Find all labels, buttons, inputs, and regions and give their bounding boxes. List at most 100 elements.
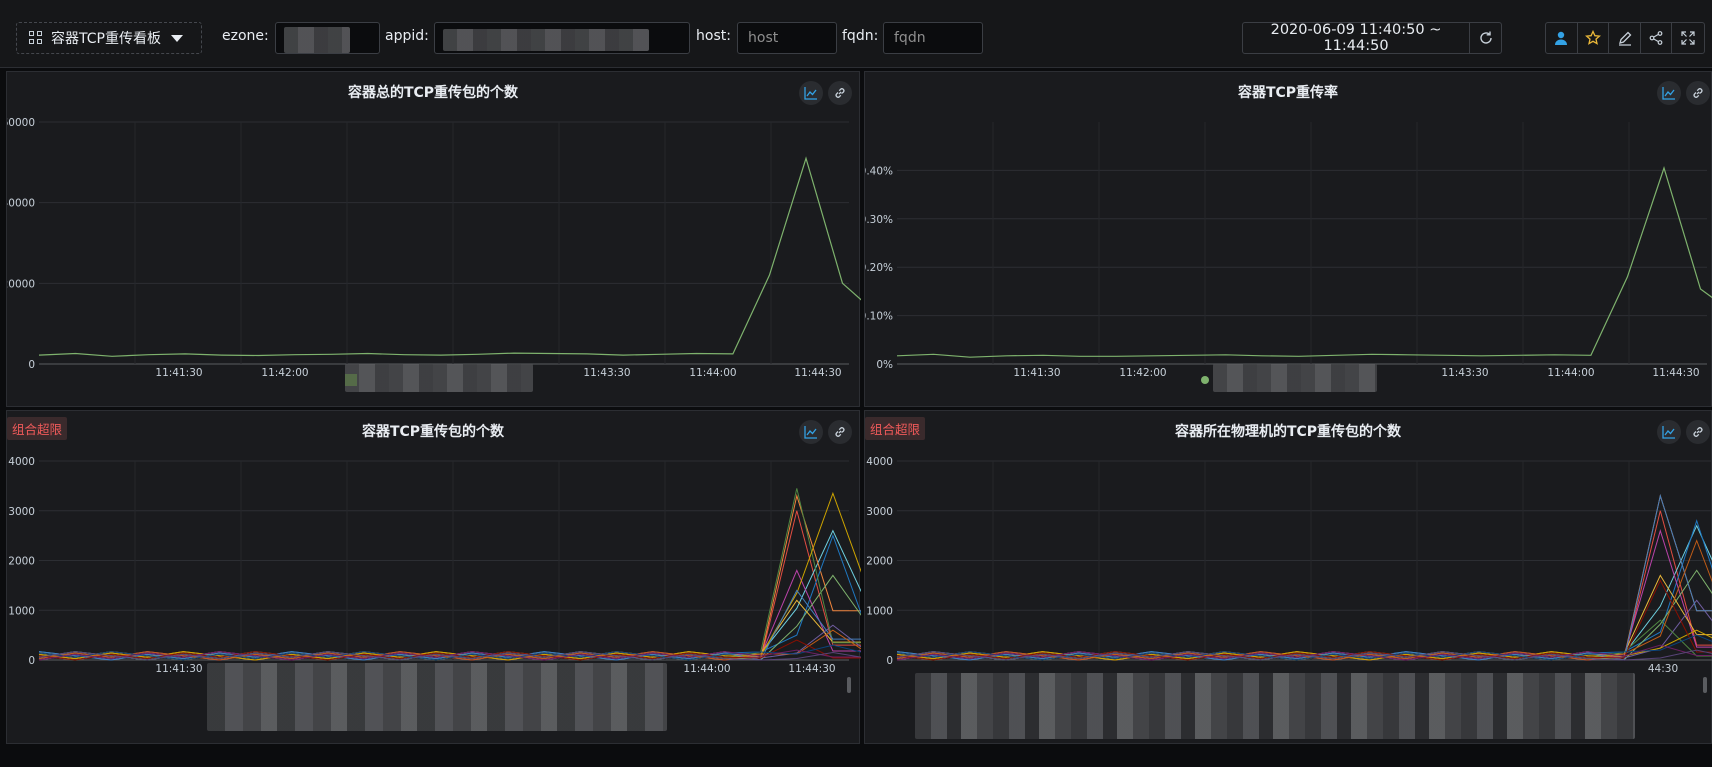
series-line bbox=[38, 569, 861, 661]
x-tick-label: 11:44:30 bbox=[794, 367, 841, 379]
host-placeholder: host bbox=[748, 30, 779, 46]
series-line bbox=[896, 574, 1712, 661]
dashboard-grid-icon bbox=[29, 31, 43, 45]
series-line bbox=[896, 166, 1712, 358]
link-icon[interactable] bbox=[1686, 420, 1710, 444]
series-line bbox=[896, 528, 1712, 661]
link-icon[interactable] bbox=[828, 81, 852, 105]
dashboard-picker[interactable]: 容器TCP重传看板 bbox=[16, 22, 202, 54]
y-tick-label: 0.30% bbox=[865, 214, 893, 226]
series-line bbox=[896, 539, 1712, 661]
series-line bbox=[896, 579, 1712, 661]
redacted-value bbox=[284, 27, 350, 53]
y-tick-label: 40000 bbox=[7, 198, 35, 210]
x-tick-label: 11:41:30 bbox=[155, 663, 202, 675]
x-tick-label: 44:30 bbox=[1648, 663, 1678, 675]
host-input[interactable]: host bbox=[737, 22, 837, 54]
y-tick-label: 0.40% bbox=[865, 165, 893, 177]
fullscreen-icon[interactable] bbox=[1672, 23, 1704, 53]
series-line bbox=[38, 493, 861, 661]
time-range-text: 2020-06-09 11:40:50 ~ 11:44:50 bbox=[1270, 22, 1442, 54]
legend-redacted bbox=[197, 663, 677, 743]
time-range-picker[interactable]: 2020-06-09 11:40:50 ~ 11:44:50 bbox=[1242, 22, 1502, 54]
series-line bbox=[896, 524, 1712, 661]
series-line bbox=[896, 599, 1712, 661]
series-line bbox=[38, 589, 861, 661]
fqdn-input[interactable]: fqdn bbox=[883, 22, 983, 54]
chart-icon[interactable] bbox=[799, 81, 823, 105]
y-tick-label: 2000 bbox=[8, 556, 35, 568]
y-tick-label: 3000 bbox=[866, 506, 893, 518]
link-icon[interactable] bbox=[1686, 81, 1710, 105]
appid-select[interactable] bbox=[434, 22, 690, 54]
x-tick-label: 11:44:30 bbox=[1652, 367, 1699, 379]
series-line bbox=[38, 574, 861, 661]
star-icon[interactable] bbox=[1578, 23, 1610, 53]
ezone-label: ezone: bbox=[222, 28, 269, 44]
dashboard-title: 容器TCP重传看板 bbox=[51, 31, 161, 47]
series-line bbox=[896, 493, 1712, 661]
panel-retrans-rate: 0% 0.10% 0.20% 0.30% 0.40% 11:41:30 11:42:00 11… bbox=[864, 71, 1712, 407]
dashboard-toolbar bbox=[1545, 22, 1705, 54]
series-line bbox=[896, 519, 1712, 661]
user-icon[interactable] bbox=[1546, 23, 1578, 53]
series-line bbox=[38, 529, 861, 661]
x-tick-label: 11:42:00 bbox=[261, 367, 308, 379]
series-line bbox=[896, 569, 1712, 661]
x-tick-label: 11:44:00 bbox=[1547, 367, 1594, 379]
y-tick-label: 1000 bbox=[866, 605, 893, 617]
appid-label: appid: bbox=[385, 28, 429, 44]
chart-icon[interactable] bbox=[799, 420, 823, 444]
chart-retrans-rate: 0% 0.10% 0.20% 0.30% 0.40% 11:41:30 11:42:00 11… bbox=[865, 122, 1712, 379]
refresh-icon[interactable] bbox=[1469, 23, 1501, 53]
panel-title: 容器TCP重传率 bbox=[1237, 85, 1339, 101]
y-tick-label: 60000 bbox=[7, 117, 35, 129]
series-line bbox=[38, 510, 861, 661]
series-line bbox=[896, 493, 1712, 661]
edit-icon[interactable] bbox=[1609, 23, 1641, 53]
x-tick-label: 11:42:00 bbox=[1119, 367, 1166, 379]
y-tick-label: 0 bbox=[886, 655, 893, 667]
chart-icon[interactable] bbox=[1657, 420, 1681, 444]
series-line bbox=[896, 510, 1712, 661]
chart-total-retrans-count: 0 20000 40000 60000 11:41:30 11:42:00 11:43:30… bbox=[7, 117, 861, 379]
legend-scrollbar[interactable] bbox=[847, 677, 851, 693]
legend-redacted bbox=[915, 673, 1635, 743]
link-icon[interactable] bbox=[828, 420, 852, 444]
panel-total-retrans-count: 0 20000 40000 60000 11:41:30 11:42:00 11:43:30… bbox=[6, 71, 861, 407]
caret-down-icon bbox=[170, 34, 183, 42]
panel-title: 容器TCP重传包的个数 bbox=[361, 424, 505, 440]
series-line bbox=[38, 488, 861, 661]
panel-title: 容器所在物理机的TCP重传包的个数 bbox=[1174, 424, 1402, 440]
legend-redacted bbox=[1201, 364, 1377, 392]
redacted-value bbox=[443, 29, 649, 51]
legend-redacted bbox=[345, 364, 533, 392]
series-line bbox=[38, 599, 861, 661]
ezone-select[interactable] bbox=[275, 22, 380, 54]
legend-scrollbar[interactable] bbox=[1703, 677, 1707, 693]
x-tick-label: 11:44:00 bbox=[683, 663, 730, 675]
fqdn-placeholder: fqdn bbox=[894, 30, 926, 46]
x-tick-label: 11:43:30 bbox=[1441, 367, 1488, 379]
y-tick-label: 20000 bbox=[7, 278, 35, 290]
series-line bbox=[38, 534, 861, 661]
y-tick-label: 0 bbox=[28, 359, 35, 371]
y-tick-label: 1000 bbox=[8, 605, 35, 617]
panel-container-retrans-count: 0 1000 2000 3000 4000 11:41:30 11:44:00 11:44:3… bbox=[6, 410, 861, 744]
y-tick-label: 3000 bbox=[8, 506, 35, 518]
series-line bbox=[38, 491, 861, 661]
y-tick-label: 2000 bbox=[866, 556, 893, 568]
top-bar: 容器TCP重传看板 ezone: appid: host: host fqdn:… bbox=[0, 0, 1712, 68]
x-tick-label: 11:41:30 bbox=[155, 367, 202, 379]
x-tick-label: 11:44:30 bbox=[788, 663, 835, 675]
series-line bbox=[38, 156, 861, 357]
y-tick-label: 0 bbox=[28, 655, 35, 667]
chart-icon[interactable] bbox=[1657, 81, 1681, 105]
y-tick-label: 0% bbox=[876, 359, 893, 371]
share-icon[interactable] bbox=[1641, 23, 1673, 53]
y-tick-label: 0.20% bbox=[865, 262, 893, 274]
y-tick-label: 4000 bbox=[8, 456, 35, 468]
x-tick-label: 11:41:30 bbox=[1013, 367, 1060, 379]
panel-title: 容器总的TCP重传包的个数 bbox=[347, 85, 519, 101]
y-tick-label: 0.10% bbox=[865, 311, 893, 323]
